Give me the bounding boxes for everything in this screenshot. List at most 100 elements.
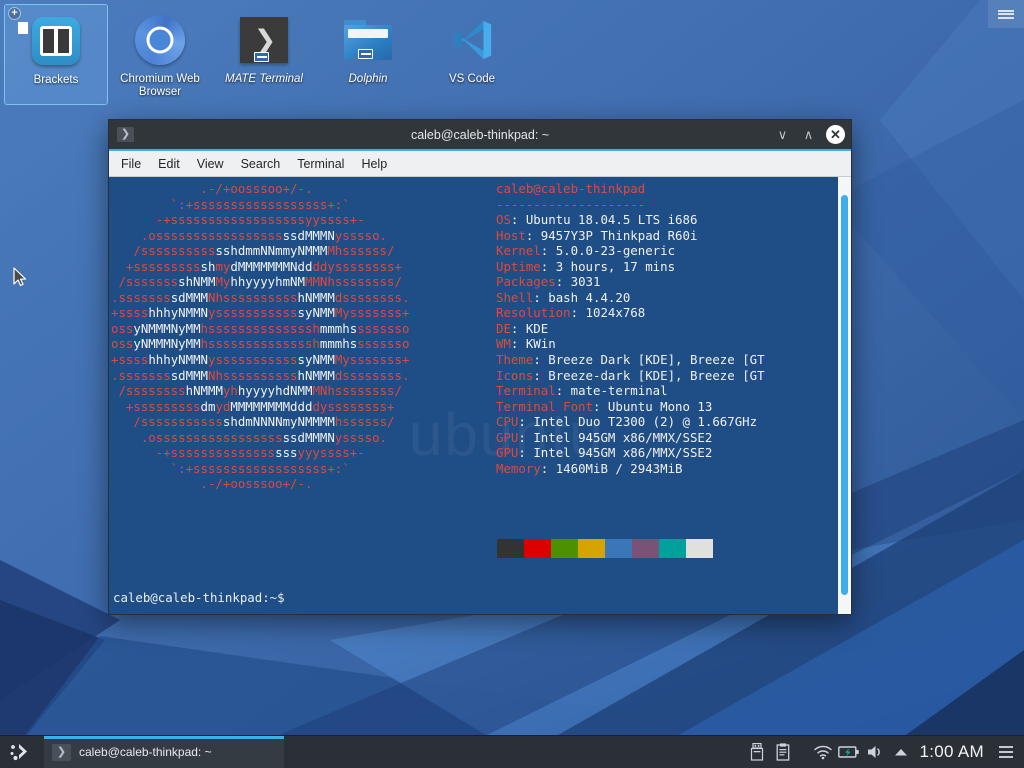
- desktop-icon-label: Brackets: [33, 74, 79, 86]
- tray-menu-button[interactable]: [994, 736, 1018, 768]
- ascii-art-line: .osssssssssssssssssssdMMMNysssso.: [111, 227, 388, 243]
- desktop-icon-brackets[interactable]: + Brackets: [4, 4, 108, 105]
- palette-swatch-5: [632, 539, 659, 558]
- volume-icon[interactable]: [862, 736, 888, 768]
- neofetch-row-gpu: GPU: Intel 945GM x86/MMX/SSE2: [496, 429, 713, 445]
- ascii-art-line: +sssshhhyNMMNyssssssssssssyNMMMysssssss+: [111, 352, 410, 368]
- symlink-badge-icon: [254, 52, 269, 62]
- hamburger-icon: [998, 8, 1014, 20]
- neofetch-row-de: DE: KDE: [496, 320, 549, 336]
- menu-item-view[interactable]: View: [197, 157, 224, 171]
- palette-swatch-2: [551, 539, 578, 558]
- desktop-menu-button[interactable]: [988, 0, 1024, 28]
- ascii-art-line: ossyNMMMNyMMhsssssssssssssshmmmhssssssso: [111, 336, 410, 352]
- palette-swatch-0: [497, 539, 524, 558]
- ascii-art-line: -+sssssssssssssssssyyyssss+-: [111, 445, 365, 461]
- palette-swatch-3: [578, 539, 605, 558]
- terminal-body[interactable]: ubuntu .-/+oosssoo+/-. `:+ssssssssssssss…: [109, 177, 851, 614]
- menu-item-terminal[interactable]: Terminal: [297, 157, 344, 171]
- desktop-icon-vscode[interactable]: VS Code: [420, 4, 524, 105]
- neofetch-info-block: caleb@caleb-thinkpad --------------------…: [496, 181, 765, 476]
- battery-charging-icon[interactable]: [836, 736, 862, 768]
- menu-item-help[interactable]: Help: [361, 157, 387, 171]
- ascii-art-line: .ssssssssdMMMNhsssssssssshNMMMdssssssss.: [111, 367, 410, 383]
- brackets-icon: [7, 13, 105, 69]
- neofetch-row-uptime: Uptime: 3 hours, 17 mins: [496, 258, 676, 274]
- palette-swatch-7: [686, 539, 713, 558]
- terminal-scrollbar[interactable]: [838, 177, 851, 614]
- taskbar: ❯ caleb@caleb-thinkpad: ~ 1:00 AM: [0, 735, 1024, 768]
- desktop-icon-label: MATE Terminal: [225, 73, 303, 85]
- terminal-titlebar[interactable]: ❯ caleb@caleb-thinkpad: ~ ∨ ∧ ✕: [109, 120, 851, 149]
- close-button[interactable]: ✕: [826, 125, 845, 144]
- desktop-icon-mate-terminal[interactable]: ❯ MATE Terminal: [212, 4, 316, 105]
- clock[interactable]: 1:00 AM: [914, 742, 994, 762]
- neofetch-divider: --------------------: [496, 196, 646, 212]
- mate-terminal-icon: ❯: [214, 12, 314, 68]
- neofetch-userhost: caleb@caleb-thinkpad: [496, 181, 646, 196]
- show-hidden-tray-icon[interactable]: [888, 736, 914, 768]
- terminal-menubar: File Edit View Search Terminal Help: [109, 151, 851, 177]
- usb-device-icon[interactable]: [744, 736, 770, 768]
- dolphin-folder-icon: [318, 12, 418, 68]
- menu-item-file[interactable]: File: [121, 157, 141, 171]
- taskbar-task-list: ❯ caleb@caleb-thinkpad: ~: [44, 735, 744, 768]
- menu-item-search[interactable]: Search: [241, 157, 281, 171]
- terminal-prompt-icon: ❯: [117, 127, 134, 142]
- terminal-window[interactable]: ❯ caleb@caleb-thinkpad: ~ ∨ ∧ ✕ File Edit…: [108, 119, 852, 615]
- minimize-button[interactable]: ∨: [774, 126, 791, 143]
- ascii-art-line: `:+ssssssssssssssssss+:`: [111, 196, 350, 212]
- desktop-icon-label: VS Code: [448, 73, 496, 85]
- neofetch-color-palette: [497, 539, 713, 558]
- ascii-art-line: /sssssssssssshdmNNNNmyNMMMMhssssss/: [111, 414, 395, 430]
- terminal-prompt-icon: ❯: [52, 743, 71, 761]
- desktop-icon-label: Chromium Web Browser: [120, 73, 200, 98]
- neofetch-row-terminal-font: Terminal Font: Ubuntu Mono 13: [496, 398, 713, 414]
- neofetch-row-cpu: CPU: Intel Duo T2300 (2) @ 1.667GHz: [496, 414, 758, 430]
- ascii-art-line: +sssssssssdmydMMMMMMMMddddyssssssss+: [111, 398, 395, 414]
- ascii-art-line: .ssssssssdMMMNhsssssssssshNMMMdssssssss.: [111, 289, 410, 305]
- neofetch-row-wm: WM: KWin: [496, 336, 556, 352]
- neofetch-row-packages: Packages: 3031: [496, 274, 601, 290]
- palette-swatch-6: [659, 539, 686, 558]
- chromium-icon: [110, 12, 210, 68]
- desktop-icon-container: + Brackets Chromium Web Browser ❯ MATE T…: [4, 4, 524, 105]
- application-launcher-button[interactable]: [0, 736, 44, 768]
- window-controls: ∨ ∧ ✕: [774, 125, 845, 144]
- desktop-icon-dolphin[interactable]: Dolphin: [316, 4, 420, 105]
- neofetch-row-theme: Theme: Breeze Dark [KDE], Breeze [GT: [496, 352, 765, 368]
- neofetch-ascii-art: .-/+oosssoo+/-. `:+ssssssssssssssssss+:`…: [111, 181, 409, 492]
- ascii-art-line: `:+ssssssssssssssssss+:`: [111, 460, 350, 476]
- ascii-art-line: /sssssssshNMMMyhhyyyyhdNMMMNhssssssss/: [111, 383, 402, 399]
- neofetch-row-os: OS: Ubuntu 18.04.5 LTS i686: [496, 212, 698, 228]
- ascii-art-line: /sssssssshNMMMyhhyyyyhmNMMMNhssssssss/: [111, 274, 402, 290]
- ascii-art-line: +sssshhhyNMMNyssssssssssssyNMMMysssssss+: [111, 305, 410, 321]
- ascii-art-line: ossyNMMMNyMMhsssssssssssssshmmmhssssssso: [111, 320, 410, 336]
- maximize-button[interactable]: ∧: [800, 126, 817, 143]
- menu-item-edit[interactable]: Edit: [158, 157, 180, 171]
- neofetch-row-host: Host: 9457Y3P Thinkpad R60i: [496, 227, 698, 243]
- ascii-art-line: .-/+oosssoo+/-.: [111, 181, 313, 196]
- ascii-art-line: +sssssssssshmydMMMMMMMNddddyssssssss+: [111, 258, 402, 274]
- neofetch-row-memory: Memory: 1460MiB / 2943MiB: [496, 460, 683, 476]
- desktop-icon-chromium[interactable]: Chromium Web Browser: [108, 4, 212, 105]
- ascii-art-line: /sssssssssssshdmmNNmmyNMMMMhssssss/: [111, 243, 395, 259]
- ascii-art-line: -+ssssssssssssssssssyyssss+-: [111, 212, 365, 228]
- neofetch-row-kernel: Kernel: 5.0.0-23-generic: [496, 243, 676, 259]
- wifi-icon[interactable]: [810, 736, 836, 768]
- neofetch-row-gpu: GPU: Intel 945GM x86/MMX/SSE2: [496, 445, 713, 461]
- system-tray: 1:00 AM: [744, 736, 1024, 768]
- scrollbar-thumb[interactable]: [841, 195, 848, 595]
- clipboard-icon[interactable]: [770, 736, 796, 768]
- terminal-output: ubuntu .-/+oosssoo+/-. `:+ssssssssssssss…: [109, 177, 838, 614]
- neofetch-row-resolution: Resolution: 1024x768: [496, 305, 646, 321]
- desktop-icon-label: Dolphin: [348, 73, 388, 85]
- terminal-window-title: caleb@caleb-thinkpad: ~: [410, 127, 550, 142]
- ascii-art-line: .-/+oosssoo+/-.: [111, 476, 313, 492]
- symlink-badge-icon: [358, 49, 373, 59]
- vscode-icon: [422, 12, 522, 68]
- shell-prompt: caleb@caleb-thinkpad:~$: [113, 590, 285, 606]
- taskbar-task-label: caleb@caleb-thinkpad: ~: [79, 745, 212, 759]
- palette-swatch-4: [605, 539, 632, 558]
- taskbar-task[interactable]: ❯ caleb@caleb-thinkpad: ~: [44, 735, 284, 768]
